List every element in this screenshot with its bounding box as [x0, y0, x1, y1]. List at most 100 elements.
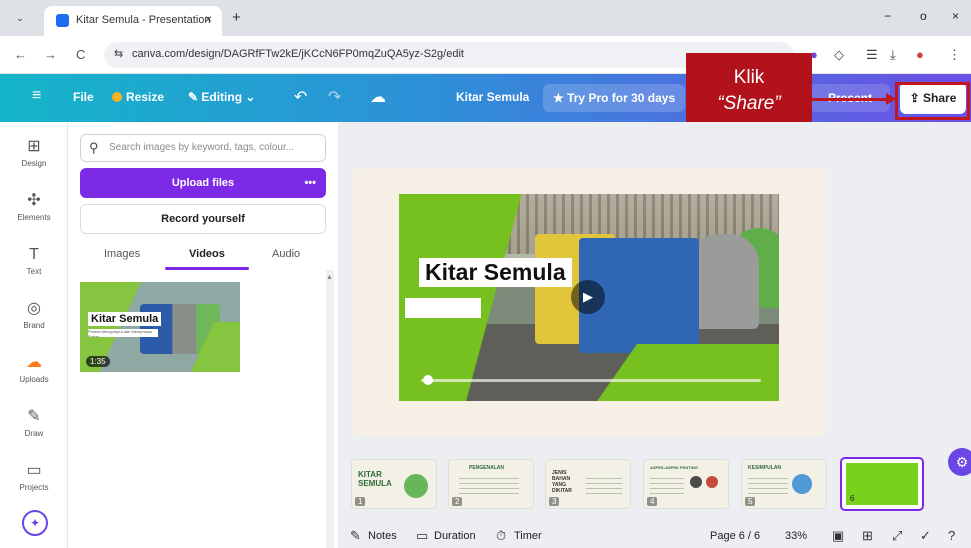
callout-arrow-line: [812, 98, 892, 101]
callout-line-2: “Share”: [717, 93, 781, 114]
browser-tab[interactable]: Kitar Semula - Presentation ×: [44, 6, 222, 36]
rail-item-brand[interactable]: ◎ Brand: [0, 300, 68, 330]
slide-title[interactable]: Kitar Semula: [419, 258, 572, 287]
page-thumb-2-text: PENGENALAN: [469, 465, 505, 471]
page-thumb-3-text: JENIS BAHAN YANG DIKITAR: [552, 470, 572, 494]
back-icon[interactable]: ←: [14, 47, 27, 62]
rail-label-draw: Draw: [24, 429, 44, 438]
upload-files-label: Upload files: [171, 177, 235, 189]
play-icon[interactable]: ▶: [571, 280, 605, 314]
search-input[interactable]: ⚲ Search images by keyword, tags, colour…: [80, 134, 326, 162]
window-close-icon[interactable]: ×: [952, 9, 959, 23]
chevron-down-icon: ⌄: [242, 90, 256, 104]
scroll-up-icon[interactable]: ▲: [326, 274, 333, 281]
resize-label: Resize: [126, 90, 165, 104]
reading-list-icon[interactable]: ☰: [866, 47, 878, 63]
page-thumb-4-lines: [650, 478, 684, 498]
rail-item-elements[interactable]: ✣ Elements: [0, 192, 68, 222]
document-title[interactable]: Kitar Semula: [456, 90, 529, 104]
settings-gear-icon[interactable]: ⚙: [948, 448, 971, 476]
video-thumbnail[interactable]: Kitar Semula Proses Mengumpul dan Mempro…: [80, 282, 240, 372]
forward-icon[interactable]: →: [44, 47, 57, 62]
page-thumb-2[interactable]: PENGENALAN 2: [448, 459, 534, 509]
minimize-icon[interactable]: −: [884, 9, 891, 23]
page-thumb-5[interactable]: KESIMPULAN 5: [741, 459, 827, 509]
text-icon: T: [29, 246, 39, 263]
crown-icon: [112, 92, 122, 102]
rail-item-design[interactable]: ⊞ Design: [0, 138, 68, 168]
grid-view-icon[interactable]: ⊞: [862, 528, 873, 544]
tab-close-icon[interactable]: ×: [205, 12, 212, 26]
page-thumb-4[interactable]: ASPEK-ASPEK PENTING 4: [643, 459, 729, 509]
tab-audio[interactable]: Audio: [272, 248, 300, 260]
rail-item-text[interactable]: T Text: [0, 246, 68, 276]
browser-menu-icon[interactable]: ⋮: [948, 47, 961, 63]
duration-button[interactable]: Duration: [434, 530, 476, 542]
tab-images[interactable]: Images: [104, 248, 140, 260]
page-thumb-3[interactable]: JENIS BAHAN YANG DIKITAR 3: [545, 459, 631, 509]
slide-video[interactable]: Kitar Semula ▶: [399, 194, 779, 401]
rail-label-elements: Elements: [17, 213, 51, 222]
check-icon[interactable]: ✓: [920, 528, 931, 544]
page-thumb-4-text: ASPEK-ASPEK PENTING: [650, 465, 698, 470]
share-highlight-box: [895, 82, 970, 120]
try-pro-button[interactable]: ★ Try Pro for 30 days: [543, 84, 686, 112]
rail-item-projects[interactable]: ▭ Projects: [0, 462, 68, 492]
rail-label-text: Text: [26, 267, 42, 276]
record-yourself-button[interactable]: Record yourself: [80, 204, 326, 234]
rail-label-design: Design: [21, 159, 47, 168]
video-progress-knob[interactable]: [422, 375, 433, 385]
page-thumb-3-num: 3: [549, 497, 560, 506]
recycle-icon: [404, 474, 428, 498]
puzzle-icon[interactable]: ◇: [834, 47, 844, 63]
zoom-level[interactable]: 33%: [785, 530, 807, 542]
page-thumb-6-active[interactable]: 6: [840, 457, 924, 511]
timer-button[interactable]: Timer: [514, 530, 542, 542]
rail-item-uploads[interactable]: ☁ Uploads: [0, 354, 68, 384]
maximize-icon[interactable]: o: [920, 9, 927, 23]
new-tab-icon[interactable]: +: [232, 9, 241, 26]
video-duration-badge: 1:35: [86, 356, 110, 367]
help-icon[interactable]: ?: [948, 528, 955, 543]
tab-search-menu-icon[interactable]: ⌄: [12, 10, 28, 26]
download-icon[interactable]: ⤓: [890, 47, 896, 63]
uploads-panel: ⚲ Search images by keyword, tags, colour…: [68, 122, 338, 548]
upload-files-button[interactable]: Upload files •••: [80, 168, 326, 198]
video-progress-bar[interactable]: [421, 379, 761, 382]
redo-icon[interactable]: ↷: [328, 87, 341, 107]
rail-label-projects: Projects: [19, 483, 49, 492]
page-thumb-5-lines: [748, 478, 788, 498]
globe-icon: [792, 474, 812, 494]
page-view-icon[interactable]: ▣: [832, 528, 844, 544]
page-indicator[interactable]: Page 6 / 6: [710, 530, 760, 542]
site-info-icon[interactable]: ⇆: [114, 47, 123, 60]
cloud-save-icon: ☁: [370, 89, 386, 106]
more-options-icon[interactable]: •••: [304, 168, 316, 198]
resize-button[interactable]: Resize: [112, 90, 164, 104]
main-menu-icon[interactable]: ≡: [32, 87, 41, 105]
duration-icon: ▭: [416, 528, 429, 543]
file-menu[interactable]: File: [73, 90, 94, 104]
notes-icon: ✎: [350, 528, 361, 543]
video-thumb-title: Kitar Semula: [88, 312, 162, 326]
profile-avatar-icon[interactable]: ●: [916, 47, 924, 62]
rail-item-draw[interactable]: ✎ Draw: [0, 408, 68, 438]
reload-icon[interactable]: C: [76, 47, 85, 62]
page-thumb-1[interactable]: KITAR SEMULA 1: [351, 459, 437, 509]
notes-button[interactable]: Notes: [368, 530, 397, 542]
undo-icon[interactable]: ↶: [294, 87, 307, 107]
search-icon: ⚲: [89, 140, 99, 155]
slide-white-box[interactable]: [405, 298, 481, 318]
editing-dropdown[interactable]: ✎ Editing ⌄: [188, 90, 255, 104]
address-row: ← → C ⇆ canva.com/design/DAGRfFTw2kE/jKC…: [0, 36, 971, 74]
page-thumb-5-text: KESIMPULAN: [748, 465, 782, 471]
url-text: canva.com/design/DAGRfFTw2kE/jKCcN6FP0mq…: [132, 48, 464, 60]
editing-label: Editing: [201, 90, 243, 104]
page-thumb-6-num: 6: [850, 494, 855, 503]
pencil-icon: ✎: [188, 90, 202, 104]
fullscreen-icon[interactable]: ⤢: [892, 528, 902, 544]
magic-sparkle-icon[interactable]: ✦: [22, 510, 48, 536]
tab-videos[interactable]: Videos: [189, 248, 225, 260]
canva-favicon-icon: [56, 14, 69, 27]
panel-scrollbar[interactable]: ▲: [326, 270, 334, 548]
